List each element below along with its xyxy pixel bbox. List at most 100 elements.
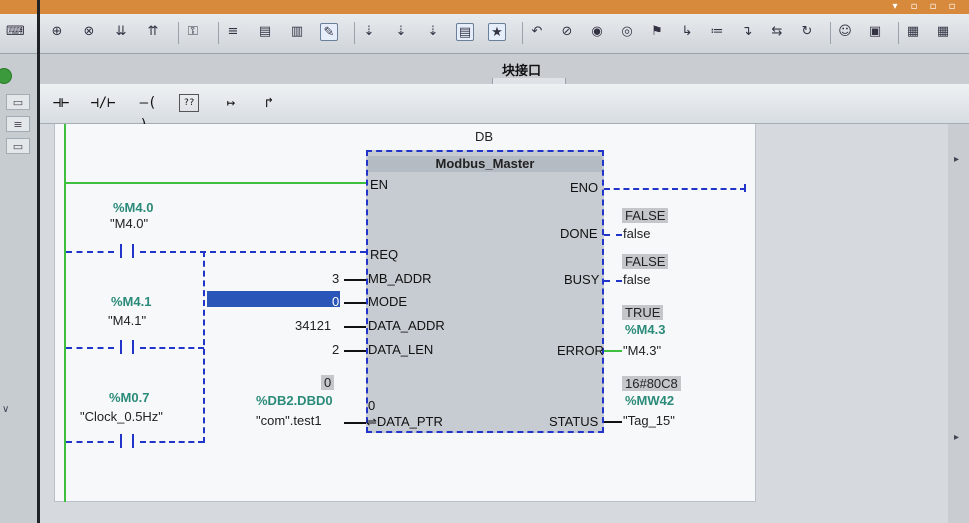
refresh-icon[interactable]: ↻	[798, 23, 816, 41]
pin-en: EN	[370, 177, 389, 192]
close-icon[interactable]: ▫	[945, 1, 959, 12]
user-icon[interactable]: ☺	[836, 23, 854, 41]
block-interface-label[interactable]: 块接口	[502, 60, 541, 79]
mb-addr-value[interactable]: 3	[332, 272, 339, 286]
contact-symbol[interactable]: "M4.0"	[110, 217, 148, 231]
contact-m4-1[interactable]	[114, 340, 140, 354]
status-symbol[interactable]: "Tag_15"	[623, 414, 675, 428]
pin-data-ptr-label: DATA_PTR	[376, 414, 443, 429]
nc-contact-button[interactable]: ⊣/⊢	[86, 92, 120, 114]
maximize-icon[interactable]: ▫	[926, 1, 940, 12]
key-icon[interactable]: ⚿	[184, 23, 202, 41]
align-left-icon[interactable]: ≡	[224, 23, 242, 41]
panel-icon[interactable]: ▦	[934, 23, 952, 41]
tag-down-icon[interactable]: ⇣	[392, 23, 410, 41]
data-addr-value[interactable]: 34121	[295, 319, 331, 333]
operand-wire	[344, 350, 366, 352]
empty-box-button[interactable]: ??	[179, 94, 199, 112]
address-down-icon[interactable]: ⇣	[424, 23, 442, 41]
data-len-value[interactable]: 2	[332, 343, 339, 357]
window-title-bar: ▾ ▫ ▫ ▫	[0, 0, 969, 14]
network-collapse-icon[interactable]: ⇈	[144, 23, 162, 41]
pin-status: STATUS	[549, 414, 599, 429]
error-wire	[604, 350, 622, 352]
scroll-down-icon[interactable]: ▸	[954, 432, 959, 443]
ladder-instruction-bar: ⊣⊢ ⊣/⊢ –( )– ?? ↦ ↱	[40, 84, 969, 133]
network-expand-icon[interactable]: ⇊	[112, 23, 130, 41]
instance-db-label[interactable]: DB	[475, 130, 493, 144]
status-address[interactable]: %MW42	[625, 394, 674, 408]
panel-icon-2[interactable]: ≡	[6, 116, 30, 132]
main-toolbar: ⌨ ⊕ ⊗ ⇊ ⇈ ⚿ ≡ ▤ ▥ ✎ ⇣ ⇣ ⇣ ▤ ★ ↶ ⊘ ◉ ◎ ⚑ ↳ ≔ ↴ ⇆ ↻ ☺ ▣ ▦ ▦	[0, 14, 969, 54]
close-branch-button[interactable]: ↱	[256, 92, 282, 114]
contact-address[interactable]: %M4.0	[113, 201, 153, 215]
favorites-icon[interactable]: ★	[488, 23, 506, 41]
compare-icon[interactable]: ⇆	[768, 23, 786, 41]
network-delete-icon[interactable]: ⊗	[80, 23, 98, 41]
coil-button[interactable]: –( )–	[128, 92, 168, 133]
modbus-master-block[interactable]: Modbus_Master	[366, 150, 604, 433]
toolbar-separator	[522, 22, 523, 44]
minimize-icon[interactable]: ▾	[888, 1, 902, 12]
force-icon[interactable]: ⚑	[648, 23, 666, 41]
data-ptr-address[interactable]: %DB2.DBD0	[256, 394, 333, 408]
open-branch-button[interactable]: ↦	[218, 92, 244, 114]
contact-address[interactable]: %M4.1	[111, 295, 151, 309]
block-title[interactable]: Modbus_Master	[368, 156, 602, 172]
operand-wire	[344, 422, 366, 424]
busy-monitor-value: FALSE	[622, 254, 669, 269]
toolbar-separator	[218, 22, 219, 44]
scroll-up-icon[interactable]: ▸	[954, 154, 959, 165]
pin-mb-addr: MB_ADDR	[368, 271, 432, 286]
monitor-icon[interactable]: ◉	[588, 23, 606, 41]
operand-wire	[344, 326, 366, 328]
contact-symbol[interactable]: "M4.1"	[108, 314, 146, 328]
jump-icon[interactable]: ↳	[678, 23, 696, 41]
left-side-panel: ▭ ≡ ▭ ∨	[0, 54, 38, 523]
error-address[interactable]: %M4.3	[625, 323, 665, 337]
symbol-down-icon[interactable]: ⇣	[360, 23, 378, 41]
contact-m0-7[interactable]	[114, 434, 140, 448]
status-monitor-value: 16#80C8	[622, 376, 681, 391]
list-view-icon[interactable]: ▤	[256, 23, 274, 41]
contact-address[interactable]: %M0.7	[109, 391, 149, 405]
keyboard-icon[interactable]: ⌨	[6, 23, 25, 41]
display-icon[interactable]: ▣	[866, 23, 884, 41]
pin-data-addr: DATA_ADDR	[368, 318, 445, 333]
contact-symbol[interactable]: "Clock_0.5Hz"	[80, 410, 163, 424]
undo-icon[interactable]: ↶	[528, 23, 546, 41]
toolbar-separator	[354, 22, 355, 44]
split-view-icon[interactable]: ▥	[288, 23, 306, 41]
en-wire	[64, 182, 366, 184]
pin-data-ptr-monitor: 0	[368, 398, 376, 413]
list-icon[interactable]: ▤	[456, 23, 474, 41]
pin-error: ERROR	[557, 343, 604, 358]
rlo-wire	[140, 251, 366, 253]
comment-icon[interactable]: ✎	[320, 23, 338, 41]
toolbar-separator	[830, 22, 831, 44]
right-side-panel: ▸ ▸	[948, 124, 969, 523]
step-icon[interactable]: ≔	[708, 23, 726, 41]
status-icon	[0, 68, 12, 84]
rlo-wire	[66, 251, 114, 253]
error-symbol[interactable]: "M4.3"	[623, 344, 661, 358]
watch-icon[interactable]: ◎	[618, 23, 636, 41]
panel-icon-1[interactable]: ▭	[6, 94, 30, 110]
no-contact-button[interactable]: ⊣⊢	[48, 92, 74, 114]
restore-icon[interactable]: ▫	[907, 1, 921, 12]
contact-m4-0[interactable]	[114, 244, 140, 258]
selected-operand-field[interactable]	[207, 291, 340, 307]
mode-value[interactable]: 0	[332, 295, 339, 309]
network-insert-icon[interactable]: ⊕	[48, 23, 66, 41]
call-icon[interactable]: ↴	[738, 23, 756, 41]
panel-icon-3[interactable]: ▭	[6, 138, 30, 154]
pin-mode: MODE	[368, 294, 407, 309]
pin-data-ptr: ⇌DATA_PTR	[366, 415, 443, 429]
eno-wire-end	[744, 184, 746, 192]
clear-icon[interactable]: ⊘	[558, 23, 576, 41]
collapse-arrow-icon[interactable]: ∨	[2, 404, 9, 415]
rlo-wire	[140, 441, 204, 443]
layout-icon[interactable]: ▦	[904, 23, 922, 41]
pin-data-len: DATA_LEN	[368, 342, 434, 357]
data-ptr-symbol[interactable]: "com".test1	[256, 414, 322, 428]
